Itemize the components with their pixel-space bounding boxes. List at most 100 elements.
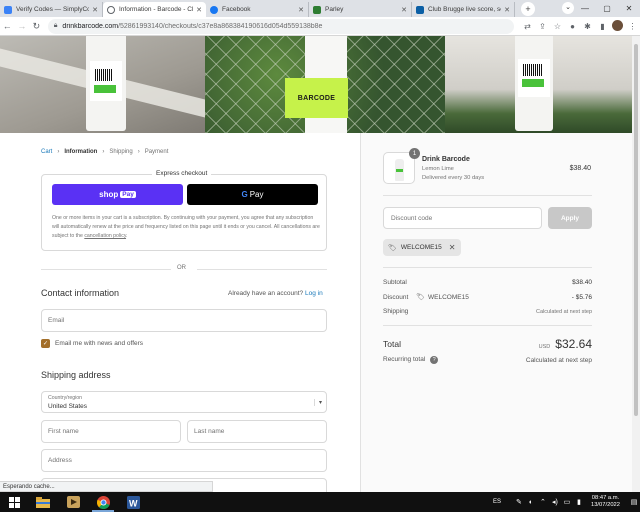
express-checkout-legend: Express checkout xyxy=(152,170,212,177)
applied-code: WELCOME15 xyxy=(400,244,442,251)
close-icon[interactable]: ✕ xyxy=(92,6,98,14)
tab-title: Information - Barcode - Ch xyxy=(119,6,194,13)
hero-photo-right xyxy=(445,36,632,133)
lock-icon[interactable]: 🔒︎ xyxy=(54,22,58,30)
tab-parley[interactable]: Parley ✕ xyxy=(309,2,412,17)
bookmark-star-icon[interactable]: ☆ xyxy=(550,22,565,31)
file-explorer-icon[interactable] xyxy=(28,492,58,512)
discount-code: WELCOME15 xyxy=(428,293,469,301)
newsletter-label: Email me with news and offers xyxy=(55,340,144,347)
breadcrumb-cart[interactable]: Cart xyxy=(41,149,52,155)
share-icon[interactable]: ⇪ xyxy=(535,22,550,31)
profile-avatar[interactable] xyxy=(610,19,625,33)
shop-pay-button[interactable]: shop Pay xyxy=(52,184,183,205)
tab-club-brugge[interactable]: Club Brugge live score, sch ✕ xyxy=(412,2,515,17)
divider xyxy=(383,267,592,268)
tab-title: Verify Codes — SimplyCod xyxy=(16,6,90,13)
last-name-field[interactable]: Last name xyxy=(187,420,327,443)
subscription-note: One or more items in your cart is a subs… xyxy=(52,214,320,241)
new-tab-button[interactable]: + xyxy=(521,2,535,16)
maximize-icon[interactable]: ▢ xyxy=(596,4,618,13)
tab-favicon-icon xyxy=(416,5,424,14)
close-icon[interactable]: ✕ xyxy=(401,6,407,14)
subtotal-label: Subtotal xyxy=(383,279,407,286)
pen-icon[interactable]: ✎ xyxy=(513,498,525,506)
tab-facebook[interactable]: Facebook ✕ xyxy=(206,2,309,17)
quantity-badge: 1 xyxy=(409,148,420,159)
first-name-placeholder: First name xyxy=(48,428,79,435)
tab-favicon-icon xyxy=(107,5,115,14)
remove-discount-icon[interactable]: ✕ xyxy=(449,243,456,252)
notifications-icon[interactable]: ▤ xyxy=(628,498,640,506)
tag-icon: 🏷︎ xyxy=(416,294,425,301)
network-icon[interactable]: ▭ xyxy=(561,498,573,506)
help-question-icon[interactable]: ? xyxy=(430,356,439,364)
clock-date: 13/07/2022 xyxy=(590,502,620,508)
shipping-label: Shipping xyxy=(383,308,409,315)
sidebar-icon[interactable]: ▮ xyxy=(595,22,610,31)
word-icon[interactable]: W xyxy=(118,492,148,512)
barcode-brand-card: BARCODE xyxy=(285,78,348,118)
close-icon[interactable]: ✕ xyxy=(298,6,304,14)
product-name: Drink Barcode xyxy=(422,156,470,163)
or-label: OR xyxy=(177,265,186,271)
first-name-field[interactable]: First name xyxy=(41,420,181,443)
tab-search-chevron-icon[interactable]: ⌄ xyxy=(562,2,574,14)
shop-pay-label: shop xyxy=(99,190,119,199)
order-summary-column: 1 Drink Barcode Lemon Lime Delivered eve… xyxy=(360,133,632,492)
browser-toolbar: ← → ↻ 🔒︎ drinkbarcode.com/52861993140/ch… xyxy=(0,17,640,36)
battery-icon[interactable]: ▮ xyxy=(573,498,585,506)
chrome-icon[interactable] xyxy=(88,492,118,512)
shipping-value: Calculated at next step xyxy=(536,308,592,315)
close-icon[interactable]: ✕ xyxy=(504,6,510,14)
country-select[interactable]: Country/region United States ▾ xyxy=(41,391,327,413)
translate-icon[interactable]: ⇄ xyxy=(520,22,535,31)
breadcrumb-information: Information xyxy=(64,149,98,155)
tab-favicon-icon xyxy=(313,5,321,14)
discount-value: - $5.76 xyxy=(571,293,592,301)
menu-kebab-icon[interactable]: ⋮ xyxy=(625,22,640,31)
volume-icon[interactable]: ◂) xyxy=(549,498,561,506)
newsletter-checkbox-row[interactable]: ✓ Email me with news and offers xyxy=(41,339,143,348)
email-field[interactable]: Email xyxy=(41,309,327,332)
cancellation-policy-link[interactable]: cancellation policy xyxy=(84,233,126,239)
chevron-up-icon[interactable]: ⌃ xyxy=(537,498,549,506)
tab-favicon-icon xyxy=(4,5,12,14)
page-scrollbar[interactable] xyxy=(632,36,640,492)
close-window-icon[interactable]: ✕ xyxy=(618,4,640,13)
discount-label: Discount xyxy=(383,294,409,301)
express-checkout-box: Express checkout shop Pay G Pay One or m… xyxy=(41,170,327,251)
login-prompt: Already have an account? Log in xyxy=(228,290,323,297)
extensions-puzzle-icon[interactable]: ✱ xyxy=(580,22,595,31)
reload-icon[interactable]: ↻ xyxy=(29,21,44,32)
media-player-icon[interactable] xyxy=(58,492,88,512)
google-pay-label: Pay xyxy=(249,190,264,199)
country-label: Country/region xyxy=(48,395,83,401)
subscription-note-end: . xyxy=(126,232,128,239)
shop-pay-badge: Pay xyxy=(120,191,136,198)
tray-app-icon[interactable]: ◐ xyxy=(525,499,537,506)
tab-information-barcode[interactable]: Information - Barcode - Ch ✕ xyxy=(103,2,206,17)
discount-code-input[interactable]: Discount code xyxy=(383,207,542,229)
recurring-total-row: Recurring total ? Calculated at next ste… xyxy=(383,356,592,364)
language-indicator[interactable]: ES xyxy=(493,499,501,505)
scrollbar-thumb[interactable] xyxy=(634,44,638,416)
windows-start-icon[interactable] xyxy=(0,492,28,512)
windows-taskbar: W ES ✎ ◐ ⌃ ◂) ▭ ▮ 08:47 a.m. 13/07/2022 … xyxy=(0,492,640,512)
forward-arrow-icon[interactable]: → xyxy=(15,21,30,31)
taskbar-clock[interactable]: 08:47 a.m. 13/07/2022 xyxy=(591,495,620,509)
address-field[interactable]: Address xyxy=(41,449,327,472)
url-domain: drinkbarcode.com xyxy=(62,22,119,30)
tab-verify-codes[interactable]: Verify Codes — SimplyCod ✕ xyxy=(0,2,103,17)
minimize-icon[interactable]: — xyxy=(574,4,596,13)
back-arrow-icon[interactable]: ← xyxy=(0,21,15,31)
google-pay-button[interactable]: G Pay xyxy=(187,184,318,205)
address-bar[interactable]: 🔒︎ drinkbarcode.com/52861993140/checkout… xyxy=(47,18,514,34)
checkbox-checked-icon[interactable]: ✓ xyxy=(41,339,50,348)
country-value: United States xyxy=(48,403,88,410)
subtotal-row: Subtotal $38.40 xyxy=(383,279,592,286)
close-icon[interactable]: ✕ xyxy=(196,6,202,14)
apply-button[interactable]: Apply xyxy=(548,207,592,229)
login-link[interactable]: Log in xyxy=(305,290,323,297)
extension-dark-icon[interactable]: ● xyxy=(565,22,580,31)
